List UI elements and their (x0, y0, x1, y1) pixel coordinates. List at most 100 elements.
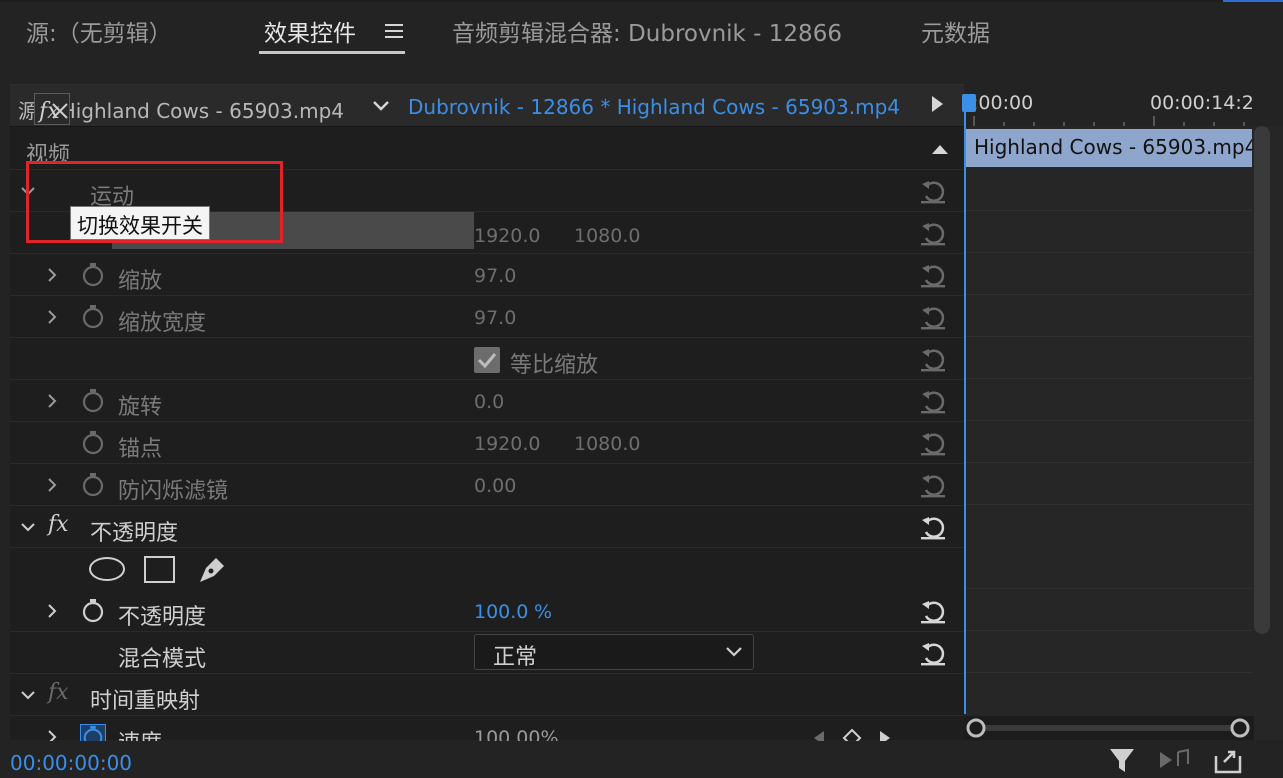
opacity-property-row: 不透明度 100.0 % (10, 590, 964, 632)
flicker-label: 防闪烁滤镜 (118, 479, 229, 504)
horizontal-zoom-scrollbar[interactable] (964, 716, 1254, 740)
ellipse-mask-icon[interactable] (88, 556, 126, 582)
anchor-label: 锚点 (118, 437, 163, 462)
chevron-down-icon (726, 647, 742, 657)
export-icon[interactable] (1212, 746, 1244, 776)
timeline-row-divider (966, 504, 1252, 505)
panel-menu-icon[interactable] (385, 24, 403, 42)
scale-row: 缩放 97.0 (10, 254, 964, 296)
reset-icon[interactable] (918, 218, 948, 248)
time-ruler[interactable]: :00:00 00:00:14:2 (964, 84, 1283, 126)
mini-timeline: :00:00 00:00:14:2 Highland Cows - 65903.… (964, 84, 1283, 740)
scale-label: 缩放 (118, 269, 163, 294)
opacity-property-label: 不透明度 (118, 605, 207, 630)
stopwatch-icon[interactable] (80, 430, 106, 456)
chevron-right-icon[interactable] (44, 309, 60, 325)
speed-label: 速度 (118, 725, 162, 741)
reset-icon[interactable] (918, 596, 948, 626)
zoom-scrollbar-track (966, 718, 1250, 738)
scale-width-row: 缩放宽度 97.0 (10, 296, 964, 338)
sequence-clip-label[interactable]: Dubrovnik - 12866 * Highland Cows - 6590… (408, 95, 900, 119)
reset-icon[interactable] (918, 470, 948, 500)
checkmark-icon (477, 353, 497, 369)
collapse-up-icon[interactable] (930, 142, 950, 156)
rotation-label: 旋转 (118, 395, 163, 420)
stopwatch-icon[interactable] (80, 388, 106, 414)
chevron-right-icon[interactable] (44, 267, 60, 283)
timeline-row-divider (966, 462, 1252, 463)
ruler-end-time: 00:00:14:2 (1150, 92, 1254, 114)
rotation-value[interactable]: 0.0 (474, 391, 504, 413)
chevron-down-icon[interactable] (20, 687, 36, 703)
reset-icon[interactable] (918, 176, 948, 206)
timeline-row-divider (966, 252, 1252, 253)
reset-icon[interactable] (918, 260, 948, 290)
reset-icon[interactable] (918, 344, 948, 374)
stopwatch-icon[interactable] (80, 472, 106, 498)
anchor-row: 锚点 1920.0 1080.0 (10, 422, 964, 464)
stopwatch-icon[interactable] (80, 262, 106, 288)
timeline-row-divider (966, 336, 1252, 337)
scale-width-value[interactable]: 97.0 (474, 307, 516, 329)
stopwatch-icon[interactable] (80, 598, 106, 624)
play-triangle-icon[interactable] (932, 96, 943, 112)
anchor-y-value[interactable]: 1080.0 (574, 433, 640, 455)
blend-mode-value: 正常 (493, 645, 538, 670)
chevron-right-icon[interactable] (44, 477, 60, 493)
chevron-right-icon[interactable] (44, 393, 60, 409)
rectangle-mask-icon[interactable] (143, 554, 177, 584)
speed-row: 速度 100.00% (10, 716, 964, 741)
opacity-unit: % (534, 601, 553, 623)
highlight-box (26, 161, 283, 243)
reset-icon[interactable] (918, 638, 948, 668)
current-timecode[interactable]: 00:00:00:00 (10, 751, 132, 775)
anchor-x-value[interactable]: 1920.0 (474, 433, 540, 455)
reset-icon[interactable] (918, 302, 948, 332)
time-remap-label: 时间重映射 (90, 689, 201, 714)
chevron-right-icon[interactable] (44, 729, 60, 741)
play-audio-icon[interactable] (1158, 748, 1192, 774)
reset-icon[interactable] (918, 512, 948, 542)
chevron-down-icon[interactable] (20, 519, 36, 535)
fx-off-icon: fx (37, 99, 68, 124)
panel-tab-bar: 源:（无剪辑） 效果控件 音频剪辑混合器: Dubrovnik - 12866 … (0, 2, 1283, 80)
chevron-down-icon[interactable] (370, 94, 392, 116)
flicker-value[interactable]: 0.00 (474, 475, 516, 497)
keyframe-nav-icon[interactable] (810, 728, 896, 741)
fx-toggle-icon[interactable]: fx (48, 680, 69, 705)
playhead-line[interactable] (964, 98, 966, 714)
timeline-clip[interactable]: Highland Cows - 65903.mp4 (966, 129, 1252, 167)
fx-toggle-button[interactable]: fx (34, 93, 70, 125)
tab-effect-controls[interactable]: 效果控件 (264, 14, 356, 48)
svg-text:fx: fx (37, 99, 60, 124)
blend-mode-dropdown[interactable]: 正常 (474, 634, 754, 670)
timeline-row-divider (966, 378, 1252, 379)
vertical-scrollbar[interactable] (1254, 126, 1270, 634)
uniform-scale-row: 等比缩放 (10, 338, 964, 380)
playhead-handle[interactable] (962, 94, 976, 112)
chevron-right-icon[interactable] (44, 603, 60, 619)
speed-value[interactable]: 100.00% (474, 727, 559, 741)
scale-value[interactable]: 97.0 (474, 265, 516, 287)
timeline-row-divider (966, 672, 1252, 673)
opacity-effect-row: fx 不透明度 (10, 506, 964, 548)
fx-toggle-icon[interactable]: fx (48, 512, 69, 537)
tab-metadata[interactable]: 元数据 (921, 14, 990, 48)
tab-audio-clip-mixer[interactable]: 音频剪辑混合器: Dubrovnik - 12866 (452, 14, 842, 48)
reset-icon[interactable] (918, 428, 948, 458)
ruler-ticks (973, 116, 1245, 126)
stopwatch-icon[interactable] (80, 304, 106, 330)
reset-icon[interactable] (918, 386, 948, 416)
scale-width-label: 缩放宽度 (118, 311, 207, 336)
uniform-scale-label: 等比缩放 (510, 353, 599, 378)
pen-mask-icon[interactable] (196, 552, 230, 586)
opacity-value[interactable]: 100.0 (474, 601, 528, 623)
position-x-value[interactable]: 1920.0 (474, 225, 540, 247)
position-y-value[interactable]: 1080.0 (574, 225, 640, 247)
stopwatch-icon[interactable] (80, 724, 106, 741)
mask-tools-row (10, 548, 964, 590)
tab-source[interactable]: 源:（无剪辑） (26, 14, 172, 48)
filter-icon[interactable] (1108, 746, 1138, 776)
blend-mode-label: 混合模式 (118, 647, 207, 672)
uniform-scale-checkbox[interactable] (474, 347, 500, 373)
